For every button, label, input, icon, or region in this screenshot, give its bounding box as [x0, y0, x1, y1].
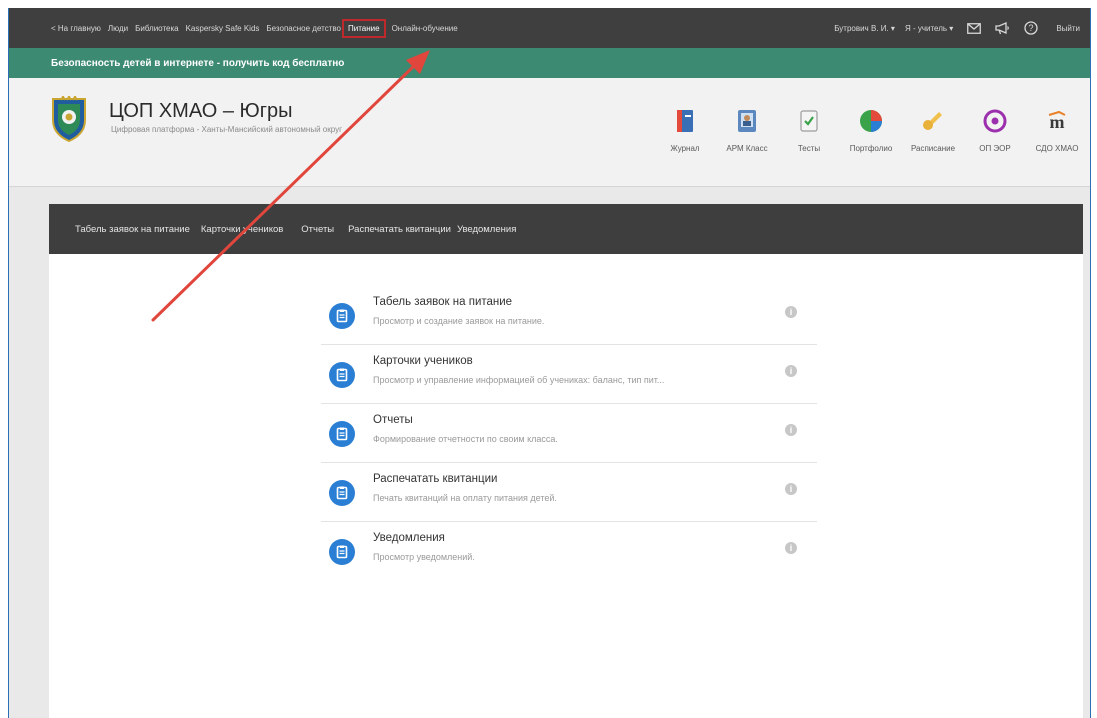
portfolio-icon: [858, 108, 884, 134]
item-title[interactable]: Уведомления: [373, 532, 445, 544]
list-item-meal-requests[interactable]: Табель заявок на питание Просмотр и созд…: [321, 286, 817, 345]
info-icon[interactable]: i: [785, 424, 797, 436]
nav-link-library[interactable]: Библиотека: [135, 24, 179, 33]
app-label: Расписание: [910, 144, 956, 153]
info-icon[interactable]: i: [785, 483, 797, 495]
app-label: ОП ЭОР: [979, 144, 1011, 153]
app-tests[interactable]: Тесты: [784, 108, 834, 153]
item-title[interactable]: Распечатать квитанции: [373, 473, 497, 485]
help-icon[interactable]: ?: [1024, 21, 1038, 35]
app-label: СДО ХМАО: [1035, 144, 1079, 153]
item-description: Просмотр уведомлений.: [373, 552, 475, 562]
site-subtitle: Цифровая платформа - Ханты-Мансийский ав…: [111, 125, 343, 134]
menu-item-notifications[interactable]: Уведомления: [457, 224, 516, 235]
app-label: Журнал: [670, 144, 700, 153]
nav-link-safe-childhood[interactable]: Безопасное детство: [266, 24, 341, 33]
user-menu[interactable]: Бутрович В. И. ▾: [834, 24, 895, 33]
menu-item-meal-requests[interactable]: Табель заявок на питание: [75, 224, 190, 235]
list-item-print-receipts[interactable]: Распечатать квитанции Печать квитанций н…: [321, 463, 817, 522]
nav-link-home[interactable]: < На главную: [51, 24, 101, 33]
item-title[interactable]: Табель заявок на питание: [373, 296, 512, 308]
app-class[interactable]: АРМ Класс: [722, 108, 772, 153]
app-label: Тесты: [797, 144, 821, 153]
app-journal[interactable]: Журнал: [660, 108, 710, 153]
top-nav-user-area: Бутрович В. И. ▾ Я - учитель ▾ ? Выйти: [824, 8, 1080, 48]
coat-of-arms-logo[interactable]: [49, 94, 89, 143]
nav-link-nutrition[interactable]: Питание: [341, 18, 386, 38]
schedule-icon: [920, 108, 946, 134]
item-description: Печать квитанций на оплату питания детей…: [373, 493, 557, 503]
document-icon: [329, 480, 355, 506]
top-navigation: < На главную Люди Библиотека Kaspersky S…: [9, 8, 1090, 48]
moodle-icon: m: [1044, 108, 1070, 134]
app-portfolio[interactable]: Портфолио: [846, 108, 896, 153]
megaphone-icon[interactable]: [995, 21, 1010, 35]
nav-link-people[interactable]: Люди: [108, 24, 128, 33]
nutrition-menu: Табель заявок на питание Карточки ученик…: [49, 204, 1083, 254]
logout-link[interactable]: Выйти: [1056, 24, 1080, 33]
top-nav-links: < На главную Люди Библиотека Kaspersky S…: [51, 8, 465, 48]
class-icon: [734, 108, 760, 134]
svg-text:?: ?: [1029, 23, 1034, 33]
tests-icon: [796, 108, 822, 134]
list-item-student-cards[interactable]: Карточки учеников Просмотр и управление …: [321, 345, 817, 404]
list-item-notifications[interactable]: Уведомления Просмотр уведомлений. i: [321, 522, 817, 580]
menu-item-reports[interactable]: Отчеты: [301, 224, 334, 235]
role-menu[interactable]: Я - учитель ▾: [905, 24, 953, 33]
app-label: АРМ Класс: [726, 144, 768, 153]
item-title[interactable]: Карточки учеников: [373, 355, 473, 367]
item-description: Просмотр и создание заявок на питание.: [373, 316, 545, 326]
info-icon[interactable]: i: [785, 542, 797, 554]
info-icon[interactable]: i: [785, 306, 797, 318]
target-icon: [982, 108, 1008, 134]
document-icon: [329, 362, 355, 388]
nav-link-online-learning[interactable]: Онлайн-обучение: [392, 24, 458, 33]
content-panel: Табель заявок на питание Просмотр и созд…: [49, 254, 1083, 718]
document-icon: [329, 421, 355, 447]
app-op-eor[interactable]: ОП ЭОР: [970, 108, 1020, 153]
app-frame: < На главную Люди Библиотека Kaspersky S…: [8, 8, 1091, 718]
app-sdo-hmao[interactable]: m СДО ХМАО: [1032, 108, 1082, 153]
site-title[interactable]: ЦОП ХМАО – Югры: [109, 100, 293, 123]
site-header: ЦОП ХМАО – Югры Цифровая платформа - Хан…: [9, 78, 1090, 187]
list-item-reports[interactable]: Отчеты Формирование отчетности по своим …: [321, 404, 817, 463]
info-icon[interactable]: i: [785, 365, 797, 377]
item-description: Формирование отчетности по своим класса.: [373, 434, 558, 444]
journal-icon: [672, 108, 698, 134]
item-description: Просмотр и управление информацией об уче…: [373, 375, 665, 385]
app-launcher: Журнал АРМ Класс Тесты Портфолио Расписа…: [648, 108, 1082, 153]
promo-banner[interactable]: Безопасность детей в интернете - получит…: [9, 48, 1090, 78]
item-title[interactable]: Отчеты: [373, 414, 413, 426]
mail-icon[interactable]: [967, 22, 982, 34]
menu-item-print-receipts[interactable]: Распечатать квитанции: [348, 224, 451, 235]
menu-item-student-cards[interactable]: Карточки учеников: [201, 224, 283, 235]
app-schedule[interactable]: Расписание: [908, 108, 958, 153]
document-icon: [329, 539, 355, 565]
banner-text[interactable]: Безопасность детей в интернете - получит…: [51, 58, 344, 69]
document-icon: [329, 303, 355, 329]
module-list: Табель заявок на питание Просмотр и созд…: [321, 286, 817, 580]
nav-link-kaspersky[interactable]: Kaspersky Safe Kids: [186, 24, 260, 33]
app-label: Портфолио: [849, 144, 893, 153]
